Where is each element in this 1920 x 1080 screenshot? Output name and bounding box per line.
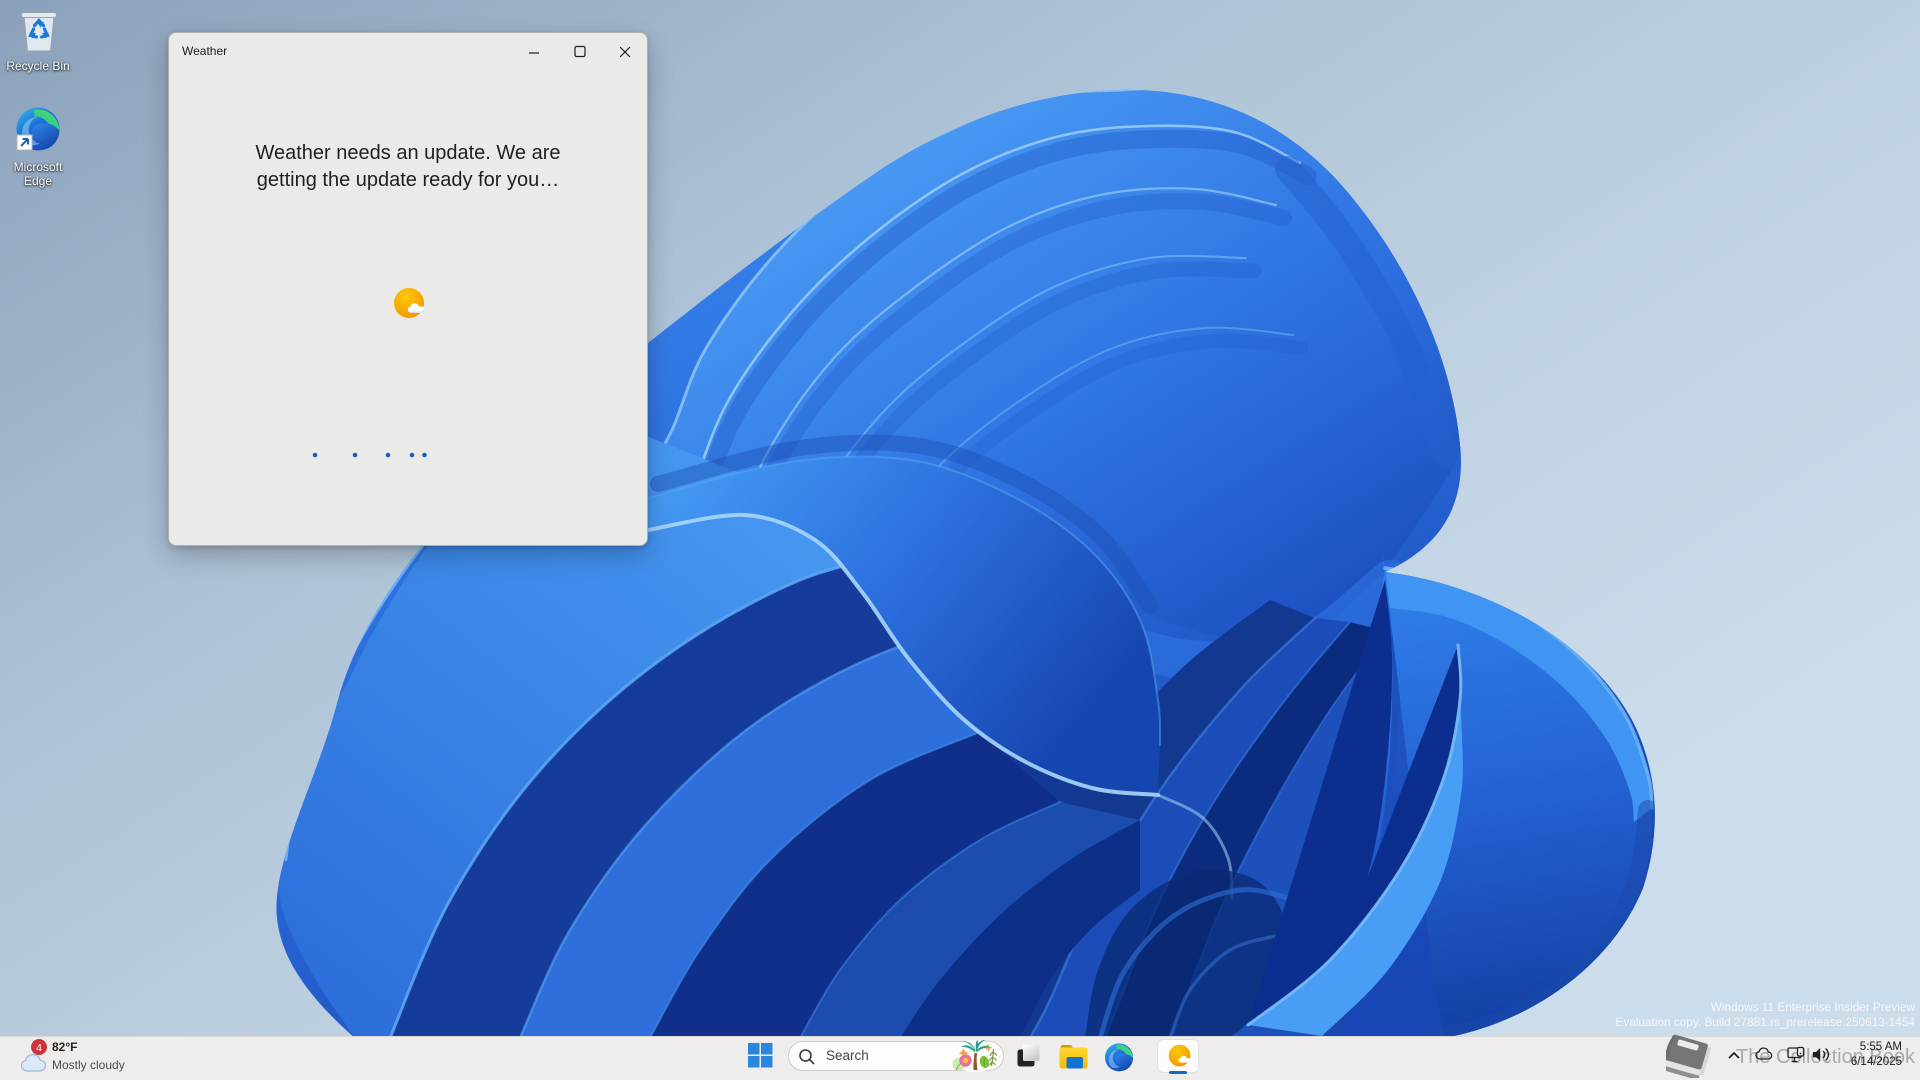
svg-text:4: 4 [36,1042,42,1054]
